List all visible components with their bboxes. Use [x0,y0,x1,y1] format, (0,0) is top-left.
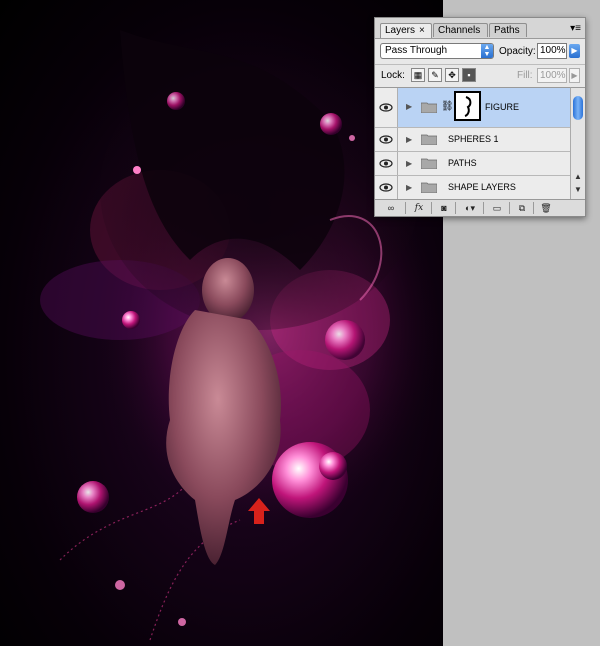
scroll-up-icon[interactable]: ▲ [574,172,582,181]
lock-position-icon[interactable]: ✥ [445,68,459,82]
layers-bottom-toolbar: ∞ fx ◙ ◐▾ ▭ ⧉ 🗑 [375,199,585,216]
opacity-slider-arrow-icon[interactable]: ▶ [569,44,580,58]
layer-row-shape-layers[interactable]: ▶ SHAPE LAYERS [375,176,570,200]
eye-icon [379,135,393,144]
fill-input[interactable]: 100% [537,68,567,83]
adjustment-layer-icon[interactable]: ◐▾ [461,202,479,214]
layer-mask-thumbnail[interactable] [454,91,481,121]
layer-name: FIGURE [485,102,520,112]
lock-pixels-icon[interactable]: ✎ [428,68,442,82]
fill-label: Fill: [517,70,533,81]
layers-panel: Layers × Channels Paths ▾≡ Pass Through ▲… [374,17,586,217]
tab-channels[interactable]: Channels [433,23,488,37]
visibility-toggle[interactable] [375,88,398,127]
chain-link-icon[interactable]: ⛓ [441,101,454,112]
fill-slider-arrow-icon[interactable]: ▶ [569,68,580,83]
updown-arrows-icon: ▲ ▼ [481,44,493,58]
fx-button[interactable]: fx [411,202,427,214]
tab-label: Layers [385,25,416,36]
layer-row-spheres-1[interactable]: ▶ SPHERES 1 [375,128,570,152]
folder-icon [421,182,437,193]
layer-name: SHAPE LAYERS [448,182,516,192]
eye-icon [379,183,393,192]
close-icon[interactable]: × [419,25,425,36]
layer-row-paths[interactable]: ▶ PATHS [375,152,570,176]
expand-triangle-icon[interactable]: ▶ [406,102,412,111]
layer-row-figure[interactable]: ▶ ⛓ FIGURE [375,88,570,128]
opacity-label: Opacity: [499,46,536,57]
new-group-icon[interactable]: ▭ [489,202,505,214]
folder-icon [421,134,437,145]
scroll-thumb[interactable] [573,96,583,120]
eye-icon [379,159,393,168]
visibility-toggle[interactable] [375,152,398,175]
mask-shape [464,96,472,117]
opacity-input[interactable]: 100% [537,43,567,59]
folder-icon [421,158,437,169]
eye-icon [379,103,393,112]
expand-triangle-icon[interactable]: ▶ [406,159,412,168]
link-layers-icon[interactable]: ∞ [381,202,401,214]
add-mask-icon[interactable]: ◙ [437,202,451,214]
layer-name: PATHS [448,158,477,168]
expand-triangle-icon[interactable]: ▶ [406,135,412,144]
trash-icon[interactable]: 🗑 [539,202,553,214]
tab-layers[interactable]: Layers × [380,23,432,38]
visibility-toggle[interactable] [375,128,398,151]
blend-row: Pass Through ▲ ▼ Opacity: 100% ▶ [375,41,585,61]
panel-tab-bar: Layers × Channels Paths ▾≡ [375,18,585,39]
layer-name: SPHERES 1 [448,134,499,144]
new-layer-icon[interactable]: ⧉ [515,202,529,214]
expand-triangle-icon[interactable]: ▶ [406,183,412,192]
visibility-toggle[interactable] [375,176,398,199]
folder-icon [421,102,437,113]
layers-scrollbar[interactable]: ▲ ▼ [570,87,585,199]
panel-menu-icon[interactable]: ▾≡ [570,23,581,34]
tab-label: Channels [438,25,481,36]
blend-mode-value: Pass Through [385,45,448,56]
blend-mode-select[interactable]: Pass Through ▲ ▼ [380,43,494,59]
tab-paths[interactable]: Paths [489,23,527,37]
lock-all-icon[interactable]: ▪ [462,68,476,82]
tab-label: Paths [494,25,520,36]
lock-transparency-icon[interactable]: ▦ [411,68,425,82]
lock-row: Lock: ▦ ✎ ✥ ▪ Fill: 100% ▶ [375,64,585,85]
layers-list: ▶ ⛓ FIGURE ▶ SPHERES 1 ▶ PATHS ▶ SHAPE L… [375,87,570,200]
scroll-down-icon[interactable]: ▼ [574,185,582,194]
lock-label: Lock: [381,70,405,81]
